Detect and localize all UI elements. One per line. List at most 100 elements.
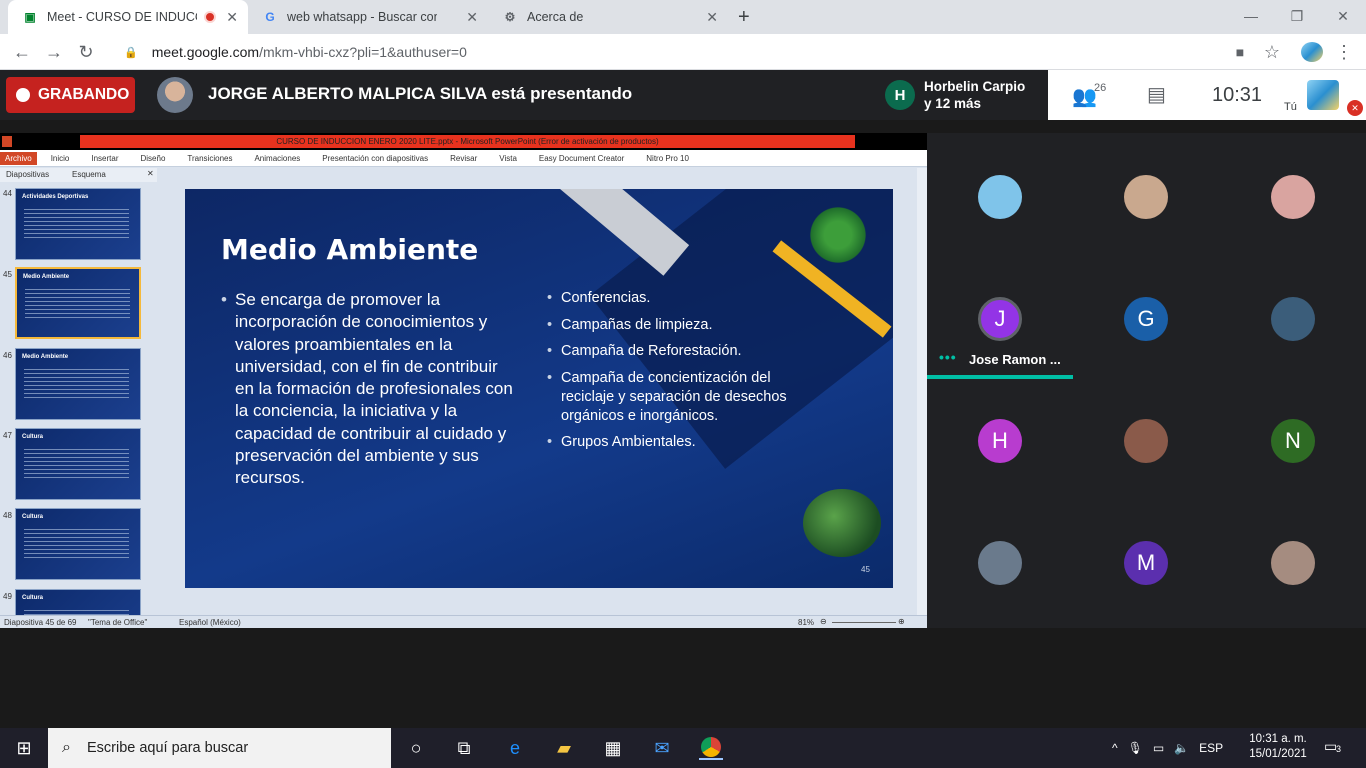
taskbar-clock[interactable]: 10:31 a. m. 15/01/2021 (1244, 732, 1312, 762)
slide-thumbnail[interactable]: Cultura (15, 508, 141, 580)
chrome-icon[interactable] (699, 736, 723, 760)
participant-tile[interactable] (1271, 541, 1315, 585)
ribbon-tab[interactable]: Nitro Pro 10 (646, 154, 689, 163)
reload-icon[interactable]: ↻ (74, 40, 98, 64)
participant-tile[interactable] (978, 541, 1022, 585)
powerpoint-icon (2, 136, 12, 147)
notifications-icon[interactable]: ▭ 3 (1324, 738, 1341, 755)
back-icon[interactable]: ← (10, 40, 34, 64)
chat-icon[interactable]: ▤ (1147, 82, 1166, 107)
status-theme: "Tema de Office" (88, 618, 148, 627)
mail-icon[interactable]: ✉ (650, 736, 674, 760)
close-tab-icon[interactable]: ✕ (706, 9, 718, 26)
ribbon-tab[interactable]: Vista (499, 154, 517, 163)
thumb-title: Cultura (22, 514, 43, 520)
ribbon-tab[interactable]: Presentación con diapositivas (322, 154, 428, 163)
self-video[interactable] (1307, 80, 1339, 110)
profile-avatar[interactable] (1301, 42, 1323, 62)
minimize-icon[interactable]: — (1228, 0, 1274, 32)
cortana-icon[interactable]: ○ (404, 736, 428, 760)
slide-title: Medio Ambiente (221, 233, 479, 266)
slide-pane-tabs: Diapositivas Esquema ✕ (0, 168, 157, 182)
people-icon[interactable]: 👥 26 (1072, 82, 1106, 109)
windows-start-icon[interactable]: ⊞ (12, 736, 36, 760)
ribbon-tab[interactable]: Inicio (51, 154, 70, 163)
participant-tile[interactable] (1271, 175, 1315, 219)
meet-header: GRABANDO JORGE ALBERTO MALPICA SILVA est… (0, 70, 1366, 120)
tab-meet[interactable]: ▣ Meet - CURSO DE INDUCCIÓ ✕ (8, 0, 248, 34)
participant-tile[interactable]: M (1124, 541, 1168, 585)
ribbon-tab[interactable]: Diseño (141, 154, 166, 163)
close-window-icon[interactable]: ✕ (1320, 0, 1366, 32)
restore-icon[interactable]: ❐ (1274, 0, 1320, 32)
clock-date: 15/01/2021 (1249, 748, 1307, 760)
google-icon: G (265, 10, 275, 24)
camera-blocked-icon[interactable]: ■ (1228, 40, 1252, 64)
language-indicator[interactable]: ESP (1199, 741, 1223, 755)
thumb-number: 47 (3, 431, 12, 440)
zoom-slider[interactable] (832, 622, 896, 623)
zoom-in-icon[interactable]: ⊕ (898, 617, 905, 626)
tile-initial: H (992, 428, 1008, 453)
tray-expand-icon[interactable]: ^ (1112, 741, 1118, 755)
slide-thumbnail-selected[interactable]: Medio Ambiente (15, 267, 141, 339)
participant-tile[interactable]: H (978, 419, 1022, 463)
network-icon[interactable]: ▭ (1153, 741, 1164, 755)
tile-initial: G (1137, 306, 1155, 331)
new-tab-icon[interactable]: + (738, 6, 750, 29)
ribbon-tab-file[interactable]: Archivo (0, 151, 37, 165)
close-pane-icon[interactable]: ✕ (147, 169, 154, 178)
vertical-scrollbar[interactable] (917, 168, 927, 615)
tab-outline[interactable]: Esquema (72, 170, 106, 179)
tab-search[interactable]: G web whatsapp - Buscar con Goo ✕ (248, 0, 488, 34)
menu-icon[interactable]: ⋮ (1332, 40, 1356, 64)
edge-icon[interactable]: e (503, 736, 527, 760)
slide-thumbnail[interactable]: Medio Ambiente (15, 348, 141, 420)
ribbon-tab[interactable]: Insertar (91, 154, 118, 163)
microphone-icon[interactable]: 🎙 (1128, 741, 1143, 755)
slide-thumbnail[interactable]: Cultura (15, 428, 141, 500)
search-icon: ⌕ (62, 739, 71, 756)
forward-icon[interactable]: → (42, 40, 66, 64)
list-item: Campaña de concientización del reciclaje… (547, 369, 827, 426)
ribbon-tab[interactable]: Transiciones (187, 154, 232, 163)
clock-time: 10:31 a. m. (1249, 733, 1307, 745)
slide-thumbnail[interactable]: Actividades Deportivas (15, 188, 141, 260)
store-icon[interactable]: ▦ (601, 736, 625, 760)
volume-icon[interactable]: 🔈 (1174, 741, 1189, 755)
tab-slides[interactable]: Diapositivas (6, 170, 49, 179)
tab-title: web whatsapp - Buscar con Goo (287, 10, 437, 24)
record-icon (16, 88, 30, 102)
participant-chip-more: y 12 más (924, 96, 982, 111)
recording-badge[interactable]: GRABANDO (6, 77, 135, 113)
ribbon-tab[interactable]: Easy Document Creator (539, 154, 624, 163)
system-tray: ^ 🎙 ▭ 🔈 ESP (1112, 728, 1233, 768)
self-label: Tú (1284, 101, 1297, 113)
ribbon-tab[interactable]: Animaciones (254, 154, 300, 163)
participant-tile[interactable] (978, 175, 1022, 219)
taskbar-search[interactable]: ⌕ Escribe aquí para buscar (48, 728, 391, 768)
participant-tile[interactable]: J (978, 297, 1022, 341)
tab-about[interactable]: ⚙ Acerca de ✕ (488, 0, 728, 34)
address-bar[interactable]: 🔒 meet.google.com /mkm-vhbi-cxz?pli=1&au… (110, 38, 1290, 66)
zoom-out-icon[interactable]: ⊖ (820, 617, 827, 626)
participant-chip[interactable]: H Horbelin Carpio y 12 más (875, 72, 1047, 118)
participant-tile[interactable]: N (1271, 419, 1315, 463)
people-count: 26 (1094, 82, 1107, 94)
participant-name: Jose Ramon ... (969, 352, 1061, 367)
participant-tile[interactable] (1124, 175, 1168, 219)
close-tab-icon[interactable]: ✕ (466, 9, 478, 26)
slide-thumbnail[interactable]: Cultura (15, 589, 141, 615)
ribbon-tab[interactable]: Revisar (450, 154, 477, 163)
bookmark-star-icon[interactable]: ☆ (1260, 40, 1284, 64)
participant-tile[interactable] (1124, 419, 1168, 463)
task-view-icon[interactable]: ⧉ (452, 736, 476, 760)
thumb-number: 45 (3, 270, 12, 279)
mic-off-icon: ✕ (1347, 100, 1363, 116)
close-tab-icon[interactable]: ✕ (226, 9, 238, 26)
participant-tile[interactable] (1271, 297, 1315, 341)
participant-tile[interactable]: G (1124, 297, 1168, 341)
file-explorer-icon[interactable]: ▰ (552, 736, 576, 760)
browser-tab-bar: ▣ Meet - CURSO DE INDUCCIÓ ✕ G web whats… (0, 0, 1366, 34)
active-speaker-bar (927, 375, 1073, 379)
